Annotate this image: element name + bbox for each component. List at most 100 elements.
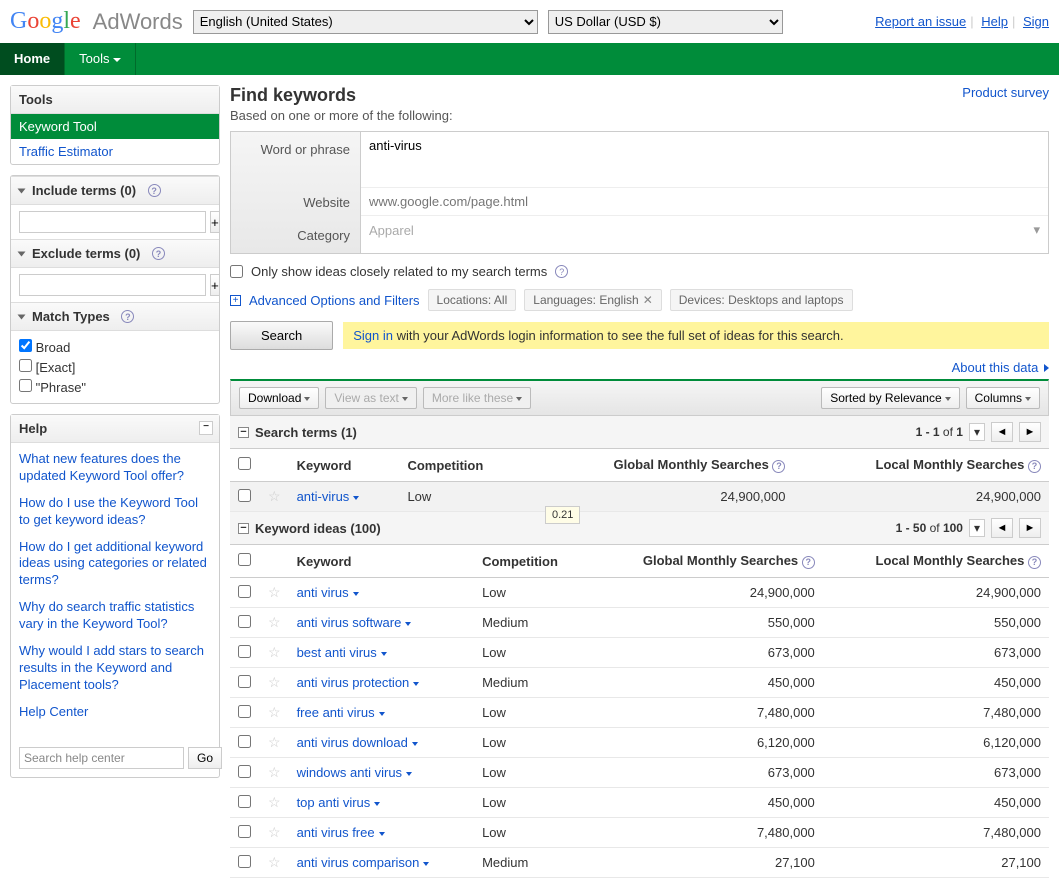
match-phrase[interactable]: "Phrase" [19, 377, 211, 397]
category-select[interactable]: Apparel [369, 223, 1033, 238]
help-icon[interactable]: ? [1028, 460, 1041, 473]
tab-home[interactable]: Home [0, 43, 65, 75]
include-terms-input[interactable] [19, 211, 206, 233]
match-exact[interactable]: [Exact] [19, 357, 211, 377]
row-checkbox[interactable] [238, 735, 251, 748]
row-checkbox[interactable] [238, 675, 251, 688]
star-icon[interactable]: ☆ [268, 674, 281, 690]
help-link[interactable]: What new features does the updated Keywo… [19, 451, 211, 485]
keyword-link[interactable]: best anti virus [297, 645, 387, 660]
help-link[interactable]: Help Center [19, 704, 211, 721]
exclude-terms-header[interactable]: Exclude terms (0) ? [11, 239, 219, 268]
col-local[interactable]: Local Monthly Searches ? [793, 449, 1049, 482]
row-checkbox[interactable] [238, 765, 251, 778]
advanced-options-link[interactable]: Advanced Options and Filters [249, 293, 420, 308]
add-include-button[interactable]: + [210, 211, 220, 233]
star-icon[interactable]: ☆ [268, 614, 281, 630]
include-terms-header[interactable]: Include terms (0) ? [11, 176, 219, 205]
row-checkbox[interactable] [238, 855, 251, 868]
col-local[interactable]: Local Monthly Searches ? [823, 545, 1049, 578]
col-keyword[interactable]: Keyword [289, 545, 475, 578]
star-icon[interactable]: ☆ [268, 734, 281, 750]
col-global[interactable]: Global Monthly Searches ? [589, 545, 823, 578]
keyword-link[interactable]: anti virus [297, 585, 359, 600]
keyword-link[interactable]: anti virus download [297, 735, 418, 750]
about-data-link[interactable]: About this data [952, 360, 1049, 375]
currency-select[interactable]: US Dollar (USD $) [548, 10, 783, 34]
help-icon[interactable]: ? [555, 265, 568, 278]
row-checkbox[interactable] [238, 615, 251, 628]
help-link[interactable]: Help [981, 14, 1008, 29]
product-survey-link[interactable]: Product survey [962, 85, 1049, 100]
star-icon[interactable]: ☆ [268, 824, 281, 840]
report-issue-link[interactable]: Report an issue [875, 14, 966, 29]
prev-page-button[interactable]: ◄ [991, 422, 1013, 442]
keyword-link[interactable]: windows anti virus [297, 765, 413, 780]
add-exclude-button[interactable]: + [210, 274, 220, 296]
signin-link[interactable]: Sign in [353, 328, 393, 343]
pager-dropdown[interactable]: ▾ [969, 519, 985, 537]
collapse-icon[interactable]: − [199, 421, 213, 435]
star-icon[interactable]: ☆ [268, 764, 281, 780]
row-checkbox[interactable] [238, 645, 251, 658]
star-icon[interactable]: ☆ [268, 644, 281, 660]
star-icon[interactable]: ☆ [268, 854, 281, 870]
help-icon[interactable]: ? [1028, 556, 1041, 569]
row-checkbox[interactable] [238, 825, 251, 838]
match-broad[interactable]: Broad [19, 337, 211, 357]
select-all-checkbox[interactable] [238, 457, 251, 470]
row-checkbox[interactable] [238, 489, 251, 502]
next-page-button[interactable]: ► [1019, 422, 1041, 442]
only-show-checkbox[interactable] [230, 265, 243, 278]
chip-devices[interactable]: Devices: Desktops and laptops [670, 289, 853, 311]
collapse-icon[interactable]: − [238, 523, 249, 534]
help-icon[interactable]: ? [152, 247, 165, 260]
help-icon[interactable]: ? [802, 556, 815, 569]
help-icon[interactable]: ? [148, 184, 161, 197]
keyword-link[interactable]: anti virus comparison [297, 855, 430, 870]
sort-button[interactable]: Sorted by Relevance [821, 387, 959, 409]
exclude-terms-input[interactable] [19, 274, 206, 296]
col-competition[interactable]: Competition [399, 449, 528, 482]
row-checkbox[interactable] [238, 705, 251, 718]
download-button[interactable]: Download [239, 387, 319, 409]
help-go-button[interactable]: Go [188, 747, 222, 769]
keyword-link[interactable]: anti-virus [297, 489, 360, 504]
col-keyword[interactable]: Keyword [289, 449, 400, 482]
row-checkbox[interactable] [238, 585, 251, 598]
star-icon[interactable]: ☆ [268, 584, 281, 600]
col-global[interactable]: Global Monthly Searches ? [529, 449, 794, 482]
collapse-icon[interactable]: − [238, 427, 249, 438]
select-all-checkbox[interactable] [238, 553, 251, 566]
help-icon[interactable]: ? [121, 310, 134, 323]
next-page-button[interactable]: ► [1019, 518, 1041, 538]
row-checkbox[interactable] [238, 795, 251, 808]
sidebar-item-traffic-estimator[interactable]: Traffic Estimator [11, 139, 219, 164]
sidebar-item-keyword-tool[interactable]: Keyword Tool [11, 114, 219, 139]
sign-link[interactable]: Sign [1023, 14, 1049, 29]
help-link[interactable]: Why would I add stars to search results … [19, 643, 211, 694]
prev-page-button[interactable]: ◄ [991, 518, 1013, 538]
chip-languages[interactable]: Languages: English✕ [524, 289, 661, 311]
chip-locations[interactable]: Locations: All [428, 289, 517, 311]
help-link[interactable]: How do I use the Keyword Tool to get key… [19, 495, 211, 529]
help-icon[interactable]: ? [772, 460, 785, 473]
keyword-link[interactable]: top anti virus [297, 795, 381, 810]
website-input[interactable] [369, 194, 1040, 209]
word-input[interactable]: anti-virus [369, 138, 1040, 178]
star-icon[interactable]: ☆ [268, 704, 281, 720]
col-competition[interactable]: Competition [474, 545, 588, 578]
help-link[interactable]: How do I get additional keyword ideas us… [19, 539, 211, 590]
keyword-link[interactable]: free anti virus [297, 705, 385, 720]
match-types-header[interactable]: Match Types ? [11, 302, 219, 331]
tab-tools[interactable]: Tools [65, 43, 136, 75]
keyword-link[interactable]: anti virus protection [297, 675, 420, 690]
pager-dropdown[interactable]: ▾ [969, 423, 985, 441]
keyword-link[interactable]: anti virus free [297, 825, 385, 840]
star-icon[interactable]: ☆ [268, 794, 281, 810]
help-search-input[interactable] [19, 747, 184, 769]
language-select[interactable]: English (United States) [193, 10, 538, 34]
view-as-text-button[interactable]: View as text [325, 387, 416, 409]
star-icon[interactable]: ☆ [268, 488, 281, 504]
help-link[interactable]: Why do search traffic statistics vary in… [19, 599, 211, 633]
